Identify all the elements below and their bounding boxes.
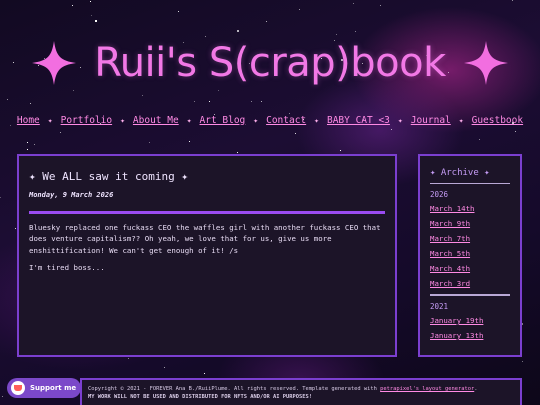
site-title: Ruii's S(crap)book <box>94 40 446 86</box>
star-dot <box>512 0 513 1</box>
site-footer: Copyright © 2021 - FOREVER Ana B./RuiiPl… <box>80 378 522 405</box>
star-dot <box>90 1 91 2</box>
nav-separator-icon: ✦ <box>314 116 319 125</box>
star-dot <box>380 5 381 6</box>
layout-generator-link[interactable]: petrapixel's layout generator <box>380 386 474 392</box>
star-dot <box>149 142 150 143</box>
archive-sidebar: ✦ Archive ✦ 2026 March 14th March 9th March… <box>418 154 522 357</box>
star-dot <box>251 101 252 102</box>
star-dot <box>164 367 165 368</box>
star-dot <box>128 358 129 359</box>
nav-link-portfolio[interactable]: Portfolio <box>61 115 112 126</box>
star-dot <box>204 373 205 374</box>
sparkle-left-icon <box>32 41 77 85</box>
archive-entry-link[interactable]: March 4th <box>430 264 510 273</box>
support-me-label: Support me <box>30 384 77 392</box>
archive-entry-link[interactable]: March 5th <box>430 249 510 258</box>
nav-link-art-blog[interactable]: Art Blog <box>200 115 246 126</box>
nav-link-journal[interactable]: Journal <box>411 115 451 126</box>
main-navigation: Home ✦ Portfolio ✦ About Me ✦ Art Blog ✦ Contact… <box>0 115 540 126</box>
star-dot <box>261 101 262 102</box>
archive-entry-link[interactable]: January 19th <box>430 316 510 325</box>
archive-year-heading: 2026 <box>430 190 449 199</box>
star-dot <box>0 197 1 198</box>
archive-title: ✦ Archive ✦ <box>430 168 490 178</box>
star-dot <box>522 361 523 362</box>
nav-link-guestbook[interactable]: Guestbook <box>472 115 523 126</box>
star-dot <box>340 150 341 151</box>
star-dot <box>72 5 73 6</box>
nav-link-home[interactable]: Home <box>17 115 40 126</box>
post-title: ✦ We ALL saw it coming ✦ <box>29 170 188 183</box>
archive-entry-link[interactable]: March 7th <box>430 234 510 243</box>
star-dot <box>2 396 3 397</box>
star-dot <box>295 133 296 134</box>
footer-copyright: Copyright © 2021 - FOREVER Ana B./RuiiPl… <box>88 386 377 392</box>
post-paragraph: I'm tired boss... <box>29 263 105 273</box>
star-dot <box>7 99 8 100</box>
star-dot <box>266 21 267 22</box>
footer-ai-warning: MY WORK WILL NOT BE USED AND DISTRIBUTED… <box>88 394 312 401</box>
support-me-button[interactable]: Support me <box>7 378 81 398</box>
star-dot <box>95 20 97 22</box>
star-dot <box>27 142 28 143</box>
star-dot <box>60 132 61 133</box>
star-dot <box>194 101 195 102</box>
footer-period: . <box>474 386 478 392</box>
star-dot <box>237 152 238 153</box>
nav-link-about-me[interactable]: About Me <box>133 115 179 126</box>
footer-copyright-line: Copyright © 2021 - FOREVER Ana B./RuiiPl… <box>88 385 514 393</box>
archive-list: 2026 March 14th March 9th March 7th March 5t… <box>430 190 510 340</box>
archive-entry-link[interactable]: March 3rd <box>430 279 510 288</box>
star-dot <box>299 9 300 10</box>
kofi-cup-icon <box>11 381 25 395</box>
archive-entry-link[interactable]: March 14th <box>430 204 510 213</box>
post-divider <box>29 211 385 214</box>
star-dot <box>209 101 210 102</box>
post-paragraph: Bluesky replaced one fuckass CEO the waf… <box>29 223 381 255</box>
nav-separator-icon: ✦ <box>397 116 403 125</box>
nav-separator-icon: ✦ <box>47 116 53 125</box>
star-dot <box>353 3 354 4</box>
star-dot <box>34 144 35 145</box>
star-dot <box>30 103 31 104</box>
blog-post-panel: ✦ We ALL saw it coming ✦ Monday, 9 March… <box>17 154 397 357</box>
post-body: Bluesky replaced one fuckass CEO the waf… <box>29 222 385 274</box>
star-dot <box>27 149 28 150</box>
site-header: Ruii's S(crap)book <box>0 28 540 98</box>
star-dot <box>515 131 516 132</box>
archive-divider <box>430 183 510 184</box>
star-dot <box>391 129 392 130</box>
nav-separator-icon: ✦ <box>120 116 125 125</box>
archive-divider <box>430 295 510 296</box>
star-dot <box>189 141 190 142</box>
star-dot <box>178 11 179 12</box>
archive-year-heading: 2021 <box>430 302 449 311</box>
nav-link-baby-cat-3[interactable]: BABY CAT <3 <box>327 115 390 126</box>
sparkle-right-icon <box>463 41 508 85</box>
archive-entry-link[interactable]: March 9th <box>430 219 510 228</box>
star-dot <box>479 139 480 140</box>
post-date: Monday, 9 March 2026 <box>29 191 114 199</box>
nav-link-contact[interactable]: Contact <box>266 115 306 126</box>
nav-separator-icon: ✦ <box>253 116 259 125</box>
nav-separator-icon: ✦ <box>186 116 192 125</box>
nav-separator-icon: ✦ <box>458 116 464 125</box>
star-dot <box>15 228 16 229</box>
star-dot <box>289 113 290 114</box>
star-dot <box>91 15 92 16</box>
archive-entry-link[interactable]: January 13th <box>430 331 510 340</box>
